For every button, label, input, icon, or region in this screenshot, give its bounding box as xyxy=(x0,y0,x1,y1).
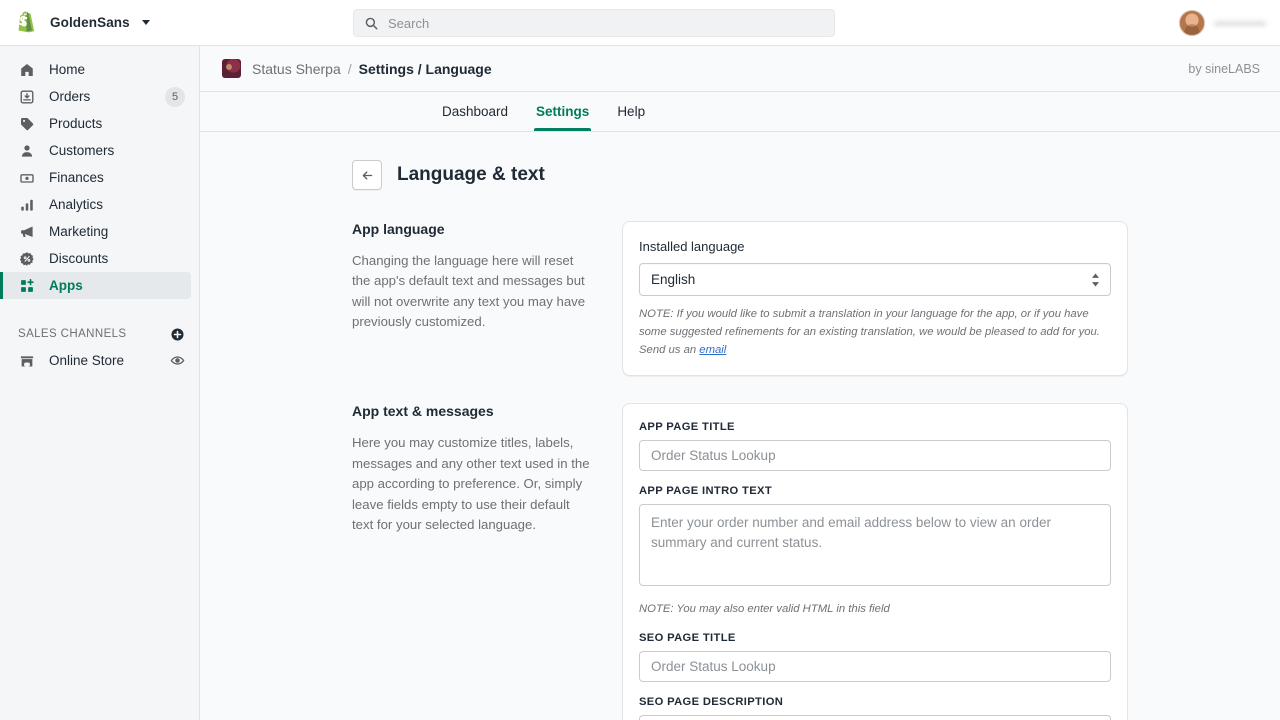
seo-page-title-input[interactable] xyxy=(639,651,1111,683)
back-button[interactable] xyxy=(352,160,382,190)
customers-person-icon xyxy=(18,142,35,159)
tab-dashboard[interactable]: Dashboard xyxy=(428,92,522,131)
sidebar-section-title: SALES CHANNELS xyxy=(18,328,127,340)
top-bar: GoldenSans ———— xyxy=(0,0,1280,46)
status-sherpa-app-icon xyxy=(222,59,241,78)
app-breadcrumb-bar: Status Sherpa / Settings / Language by s… xyxy=(200,46,1280,92)
email-link[interactable]: email xyxy=(699,344,726,356)
sidebar-item-label: Finances xyxy=(49,170,104,185)
user-menu[interactable]: ———— xyxy=(1179,0,1266,46)
sidebar-item-analytics[interactable]: Analytics xyxy=(0,191,191,218)
search-bar[interactable] xyxy=(353,9,835,37)
arrow-left-icon xyxy=(360,168,375,183)
section-description: Here you may customize titles, labels, m… xyxy=(352,435,590,532)
orders-inbox-icon xyxy=(18,88,35,105)
tab-settings[interactable]: Settings xyxy=(522,92,603,131)
sidebar-item-label: Apps xyxy=(49,278,83,293)
section-app-text-info: App text & messages Here you may customi… xyxy=(352,403,622,720)
store-name: GoldenSans xyxy=(50,15,130,30)
seo-page-description-textarea[interactable] xyxy=(639,715,1111,720)
section-app-language-info: App language Changing the language here … xyxy=(352,221,622,376)
analytics-bar-chart-icon xyxy=(18,196,35,213)
marketing-megaphone-icon xyxy=(18,223,35,240)
section-app-language: App language Changing the language here … xyxy=(200,221,1280,377)
field-label: SEO PAGE DESCRIPTION xyxy=(639,696,784,709)
section-title: App text & messages xyxy=(352,403,494,420)
discounts-percent-icon xyxy=(18,250,35,267)
field-seo-page-description: SEO PAGE DESCRIPTION xyxy=(639,696,1111,720)
app-author: by sineLABS xyxy=(1188,61,1260,76)
breadcrumb-current: Settings / Language xyxy=(358,60,492,77)
finances-cash-icon xyxy=(18,169,35,186)
orders-count-badge: 5 xyxy=(165,86,185,107)
avatar xyxy=(1179,10,1206,36)
eye-icon[interactable] xyxy=(170,353,185,368)
settings-content: Language & text App language Changing th… xyxy=(200,132,1280,720)
section-description: Changing the language here will reset th… xyxy=(352,253,586,330)
search-input[interactable] xyxy=(388,15,824,31)
apps-grid-plus-icon xyxy=(18,277,35,294)
sidebar-item-orders[interactable]: Orders 5 xyxy=(0,83,191,110)
sidebar-item-label: Products xyxy=(49,116,103,131)
sidebar-section-sales-channels: SALES CHANNELS xyxy=(0,321,199,347)
installed-language-label: Installed language xyxy=(639,239,745,254)
products-tag-icon xyxy=(18,115,35,132)
app-page-intro-note: NOTE: You may also enter valid HTML in t… xyxy=(639,603,890,616)
main-content: Status Sherpa / Settings / Language by s… xyxy=(200,46,1280,720)
field-label: APP PAGE INTRO TEXT xyxy=(639,485,773,498)
app-tabs: Dashboard Settings Help xyxy=(200,92,1280,132)
tab-label: Help xyxy=(617,104,646,119)
tab-label: Dashboard xyxy=(442,104,509,119)
app-page-intro-textarea[interactable] xyxy=(639,504,1111,587)
installed-language-select-wrap: English xyxy=(639,263,1111,296)
page-title: Language & text xyxy=(397,164,545,185)
tab-help[interactable]: Help xyxy=(603,92,659,131)
breadcrumb-app-name[interactable]: Status Sherpa xyxy=(252,61,341,77)
field-label: APP PAGE TITLE xyxy=(639,421,735,434)
section-title: App language xyxy=(352,221,445,237)
sidebar-item-label: Discounts xyxy=(49,251,109,266)
sidebar-item-marketing[interactable]: Marketing xyxy=(0,218,191,245)
field-label: SEO PAGE TITLE xyxy=(639,632,736,645)
search-icon xyxy=(364,16,379,31)
sidebar-item-online-store[interactable]: Online Store xyxy=(0,347,191,374)
shopify-bag-icon xyxy=(14,10,40,36)
store-switcher[interactable]: GoldenSans xyxy=(0,0,200,45)
field-app-page-intro: APP PAGE INTRO TEXT NOTE: You may also e… xyxy=(639,485,1111,618)
sidebar-item-label: Marketing xyxy=(49,224,109,239)
page-header: Language & text xyxy=(200,160,1280,190)
sidebar-item-products[interactable]: Products xyxy=(0,110,191,137)
sidebar-item-label: Online Store xyxy=(49,353,125,368)
tab-label: Settings xyxy=(536,104,590,119)
home-icon xyxy=(18,61,35,78)
sidebar-item-finances[interactable]: Finances xyxy=(0,164,191,191)
online-store-shop-icon xyxy=(18,352,35,369)
app-page-title-input[interactable] xyxy=(639,440,1111,472)
sidebar-item-label: Customers xyxy=(49,143,115,158)
language-note: NOTE: If you would like to submit a tran… xyxy=(639,305,1111,359)
sidebar-item-label: Analytics xyxy=(49,197,104,212)
sidebar-item-home[interactable]: Home xyxy=(0,56,191,83)
selected-language-value: English xyxy=(651,272,696,287)
plus-circle-icon[interactable] xyxy=(170,327,185,342)
field-seo-page-title: SEO PAGE TITLE xyxy=(639,632,1111,683)
sidebar: Home Orders 5 Products Customers Finance… xyxy=(0,46,200,720)
sidebar-item-customers[interactable]: Customers xyxy=(0,137,191,164)
installed-language-select[interactable]: English xyxy=(639,263,1111,296)
sidebar-item-apps[interactable]: Apps xyxy=(0,272,191,299)
user-name: ———— xyxy=(1214,16,1266,30)
sidebar-item-label: Orders xyxy=(49,89,91,104)
breadcrumb-separator: / xyxy=(347,60,352,77)
installed-language-card: Installed language English NOTE: If you … xyxy=(622,221,1128,377)
field-app-page-title: APP PAGE TITLE xyxy=(639,421,1111,472)
app-text-card: APP PAGE TITLE APP PAGE INTRO TEXT NOTE:… xyxy=(622,403,1128,720)
chevron-down-icon[interactable] xyxy=(141,20,150,25)
sidebar-item-discounts[interactable]: Discounts xyxy=(0,245,191,272)
section-app-text: App text & messages Here you may customi… xyxy=(200,403,1280,720)
sidebar-item-label: Home xyxy=(49,62,86,77)
